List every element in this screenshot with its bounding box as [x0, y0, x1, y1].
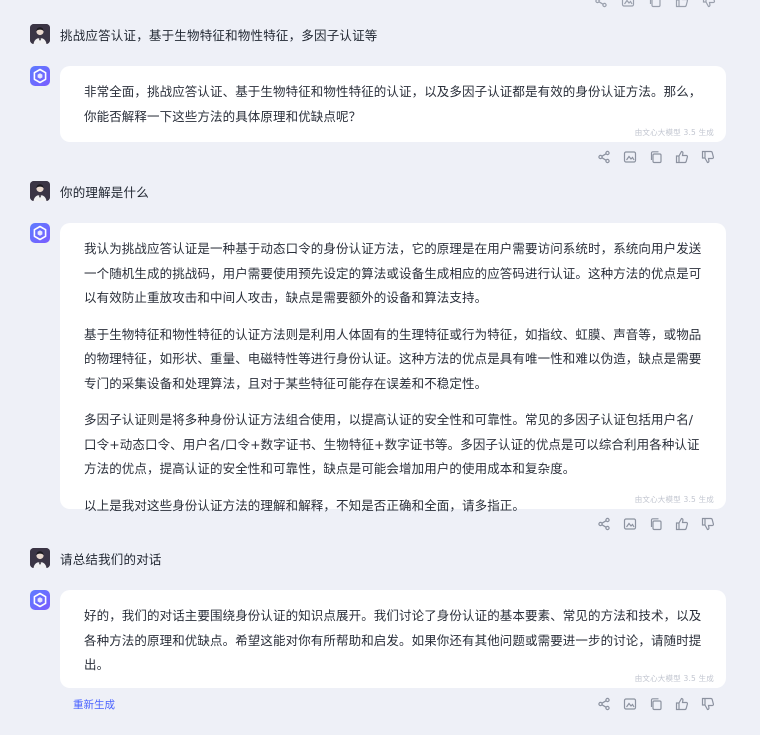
bot-message-paragraph: 多因子认证则是将多种身份认证方法组合使用，以提高认证的安全性和可靠性。常见的多因… [84, 412, 700, 476]
bot-avatar [30, 223, 50, 243]
bot-message-paragraph: 基于生物特征和物性特征的认证方法则是利用人体固有的生理特征或行为特征，如指纹、虹… [84, 326, 702, 391]
thumb-up-icon[interactable] [675, 517, 689, 531]
bot-message-paragraph: 以上是我对这些身份认证方法的理解和解释，不知是否正确和全面，请多指正。 [84, 497, 526, 513]
user-avatar [30, 181, 50, 201]
message-actions [597, 697, 715, 711]
message-actions [597, 517, 715, 531]
thumb-down-icon[interactable] [701, 697, 715, 711]
user-message-text: 你的理解是什么 [60, 184, 149, 200]
bot-message-paragraph: 非常全面，挑战应答认证、基于生物特征和物性特征的认证，以及多因子认证都是有效的身… [84, 84, 702, 124]
user-message-text: 请总结我们的对话 [60, 551, 162, 567]
copy-icon[interactable] [648, 0, 662, 8]
thumb-down-icon[interactable] [701, 517, 715, 531]
model-source-note: 由文心大模型 3.5 生成 [634, 128, 714, 137]
copy-icon[interactable] [649, 150, 663, 164]
image-icon[interactable] [623, 697, 637, 711]
share-icon[interactable] [597, 697, 611, 711]
thumb-up-icon[interactable] [675, 697, 689, 711]
user-message: 请总结我们的对话 [30, 547, 162, 569]
user-avatar [30, 24, 50, 44]
thumb-up-icon[interactable] [675, 0, 689, 8]
bot-message-paragraph: 好的，我们的对话主要围绕身份认证的知识点展开。我们讨论了身份认证的基本要素、常见… [84, 608, 702, 672]
bot-avatar [30, 66, 50, 86]
thumb-up-icon[interactable] [675, 150, 689, 164]
bot-avatar [30, 590, 50, 610]
model-source-note: 由文心大模型 3.5 生成 [634, 674, 714, 683]
thumb-down-icon[interactable] [701, 150, 715, 164]
copy-icon[interactable] [649, 697, 663, 711]
message-actions-top [594, 0, 716, 8]
image-icon[interactable] [621, 0, 635, 8]
share-icon[interactable] [597, 517, 611, 531]
share-icon[interactable] [594, 0, 608, 8]
user-message-text: 挑战应答认证，基于生物特征和物性特征，多因子认证等 [60, 27, 378, 43]
user-avatar [30, 548, 50, 568]
user-message: 挑战应答认证，基于生物特征和物性特征，多因子认证等 [30, 23, 378, 45]
message-actions [597, 150, 715, 164]
model-source-note: 由文心大模型 3.5 生成 [634, 495, 714, 504]
bot-message-paragraph: 我认为挑战应答认证是一种基于动态口令的身份认证方法，它的原理是在用户需要访问系统… [84, 241, 702, 305]
image-icon[interactable] [623, 517, 637, 531]
bot-message-bubble: 好的，我们的对话主要围绕身份认证的知识点展开。我们讨论了身份认证的基本要素、常见… [60, 590, 726, 688]
chat-page: 挑战应答认证，基于生物特征和物性特征，多因子认证等 非常全面，挑战应答认证、基于… [0, 0, 760, 735]
share-icon[interactable] [597, 150, 611, 164]
bot-message-bubble: 我认为挑战应答认证是一种基于动态口令的身份认证方法，它的原理是在用户需要访问系统… [60, 223, 726, 513]
bot-message-bubble: 非常全面，挑战应答认证、基于生物特征和物性特征的认证，以及多因子认证都是有效的身… [60, 66, 726, 142]
thumb-down-icon[interactable] [702, 0, 716, 8]
user-message: 你的理解是什么 [30, 180, 149, 202]
image-icon[interactable] [623, 150, 637, 164]
copy-icon[interactable] [649, 517, 663, 531]
regenerate-button[interactable]: 重新生成 [73, 697, 115, 712]
